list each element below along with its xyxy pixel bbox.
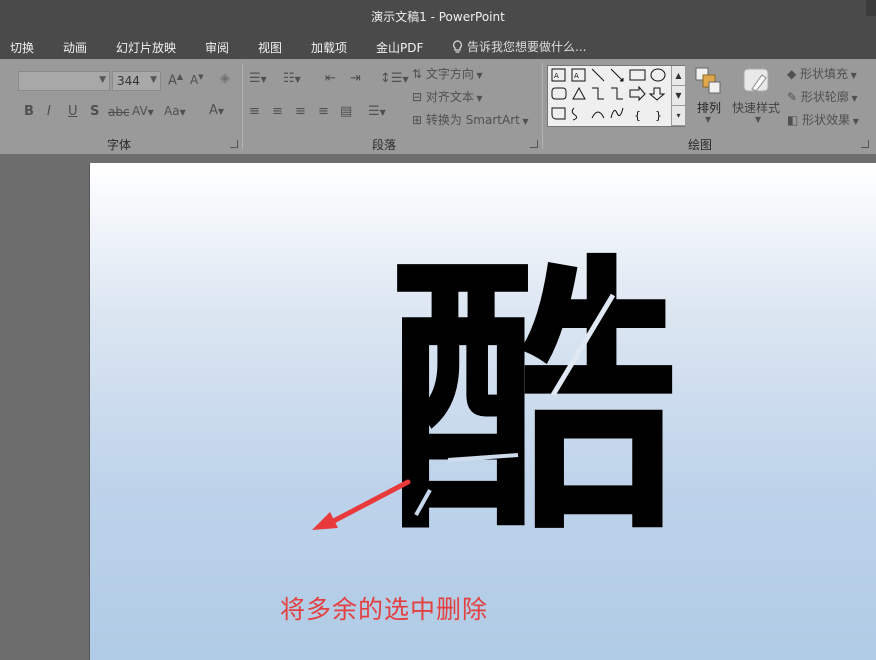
- change-case-label: Aa: [164, 104, 180, 118]
- svg-text:A: A: [574, 72, 579, 80]
- red-arrow-icon: [312, 479, 411, 530]
- distributed-icon[interactable]: ▤: [340, 104, 352, 119]
- align-text-button[interactable]: ⊟ 对齐文本 ▼: [412, 88, 483, 105]
- align-text-icon: ⊟: [412, 90, 426, 104]
- arrange-icon[interactable]: [695, 67, 721, 99]
- gallery-more-icon[interactable]: ▾: [671, 106, 685, 126]
- numbering-icon[interactable]: ☷▼: [283, 71, 301, 86]
- group-divider: [542, 63, 543, 149]
- svg-text:{: {: [634, 109, 641, 122]
- change-case-button[interactable]: Aa▼: [164, 104, 186, 118]
- arrange-label[interactable]: 排列: [697, 99, 721, 116]
- cut-marks-icon: [414, 293, 616, 516]
- align-text-label: 对齐文本: [425, 90, 474, 104]
- shapes-gallery-icons: A A { }: [551, 68, 666, 122]
- arrange-shapes-icon: [695, 67, 721, 94]
- annotation-text: 将多余的选中删除: [280, 595, 489, 624]
- clear-format-icon[interactable]: ◈: [220, 71, 230, 86]
- drawing-dialog-launcher-icon[interactable]: [861, 140, 869, 148]
- svg-text:A: A: [554, 72, 559, 80]
- window-title: 演示文稿1 - PowerPoint: [371, 10, 505, 24]
- character-shape[interactable]: 酷: [388, 250, 708, 570]
- align-center-icon[interactable]: ≡: [272, 104, 283, 119]
- font-group-label: 字体: [107, 138, 132, 152]
- shape-effects-button[interactable]: ◧ 形状效果 ▼: [787, 111, 859, 128]
- shape-fill-label: 形状填充: [800, 67, 849, 81]
- quick-styles-icon[interactable]: [742, 67, 772, 99]
- justify-icon[interactable]: ≡: [318, 104, 329, 119]
- paragraph-dialog-launcher-icon[interactable]: [530, 140, 538, 148]
- line-spacing-icon[interactable]: ↕☰▼: [380, 71, 409, 86]
- italic-button[interactable]: I: [47, 104, 51, 119]
- font-size-value: 344: [117, 74, 140, 88]
- gallery-scroll[interactable]: ▲ ▼ ▾: [671, 66, 685, 126]
- tell-me-search[interactable]: 告诉我您想要做什么...: [452, 38, 586, 55]
- tab-view[interactable]: 视图: [258, 39, 282, 56]
- effects-icon: ◧: [787, 113, 803, 127]
- ribbon-tabs: 切换 动画 幻灯片放映 审阅 视图 加载项 金山PDF 告诉我您想要做什么...: [0, 32, 876, 59]
- font-color-label: A: [209, 103, 218, 118]
- gallery-up-icon[interactable]: ▲: [671, 66, 685, 86]
- smartart-icon: ⊞: [412, 113, 426, 127]
- shrink-font-label: A: [190, 73, 199, 87]
- chevron-down-icon: ▼: [99, 75, 106, 85]
- tab-slideshow[interactable]: 幻灯片放映: [116, 39, 176, 56]
- tab-kingsoft-pdf[interactable]: 金山PDF: [376, 39, 423, 56]
- shapes-gallery[interactable]: A A { }: [547, 65, 685, 127]
- columns-icon[interactable]: ☰▼: [368, 104, 386, 119]
- pen-icon: ✎: [787, 90, 801, 104]
- window-control-edge[interactable]: [866, 0, 876, 16]
- strikethrough-button[interactable]: abc: [108, 105, 130, 119]
- chevron-down-icon[interactable]: ▼: [755, 115, 761, 124]
- group-divider: [242, 63, 243, 149]
- underline-button[interactable]: U: [68, 104, 78, 119]
- grow-font-label: A: [168, 73, 177, 89]
- gallery-down-icon[interactable]: ▼: [671, 86, 685, 106]
- svg-text:}: }: [655, 109, 662, 122]
- shape-fill-button[interactable]: ◆ 形状填充 ▼: [787, 65, 857, 82]
- font-name-combo[interactable]: ▼: [18, 71, 110, 91]
- chevron-down-icon: ▼: [150, 75, 157, 85]
- tell-me-placeholder: 告诉我您想要做什么...: [467, 40, 587, 54]
- text-direction-label: 文字方向: [425, 67, 474, 81]
- shape-outline-button[interactable]: ✎ 形状轮廓 ▼: [787, 88, 858, 105]
- drawing-group-label: 绘图: [688, 138, 713, 152]
- bullets-icon[interactable]: ☰▼: [249, 71, 267, 86]
- paintbrush-icon: [743, 68, 769, 92]
- tab-animations[interactable]: 动画: [63, 39, 87, 56]
- ribbon: ▼ 344 ▼ A▲ A▼ ◈ B I U S abc AV▼ Aa▼ A▼ 字…: [0, 59, 876, 154]
- tab-addins[interactable]: 加载项: [311, 39, 347, 56]
- tab-review[interactable]: 审阅: [205, 39, 229, 56]
- paragraph-group-label: 段落: [372, 138, 397, 152]
- shrink-font-button[interactable]: A▼: [190, 73, 204, 87]
- shape-outline-label: 形状轮廓: [800, 90, 849, 104]
- decrease-indent-icon[interactable]: ⇤: [325, 71, 336, 86]
- slide-edge: [89, 163, 90, 660]
- font-dialog-launcher-icon[interactable]: [230, 140, 238, 148]
- grow-font-button[interactable]: A▲: [168, 72, 183, 88]
- chevron-down-icon[interactable]: ▼: [705, 115, 711, 124]
- convert-smartart-button[interactable]: ⊞ 转换为 SmartArt ▼: [412, 111, 529, 128]
- font-color-button[interactable]: A▼: [209, 103, 224, 118]
- paint-bucket-icon: ◆: [787, 67, 801, 81]
- char-spacing-label: AV: [132, 104, 148, 118]
- bold-button[interactable]: B: [24, 104, 34, 119]
- text-direction-icon: ⇅: [412, 67, 426, 81]
- align-right-icon[interactable]: ≡: [295, 104, 306, 119]
- text-direction-button[interactable]: ⇅ 文字方向 ▼: [412, 65, 483, 82]
- quick-styles-label[interactable]: 快速样式: [732, 99, 780, 116]
- tab-transitions[interactable]: 切换: [10, 39, 34, 56]
- increase-indent-icon[interactable]: ⇥: [350, 71, 361, 86]
- title-bar: 演示文稿1 - PowerPoint: [0, 0, 876, 32]
- font-size-combo[interactable]: 344 ▼: [112, 71, 161, 91]
- convert-smartart-label: 转换为 SmartArt: [425, 113, 520, 127]
- text-shadow-button[interactable]: S: [90, 104, 99, 119]
- shape-effects-label: 形状效果: [802, 113, 851, 127]
- char-spacing-button[interactable]: AV▼: [132, 104, 154, 118]
- lightbulb-icon: [453, 40, 462, 53]
- align-left-icon[interactable]: ≡: [249, 104, 260, 119]
